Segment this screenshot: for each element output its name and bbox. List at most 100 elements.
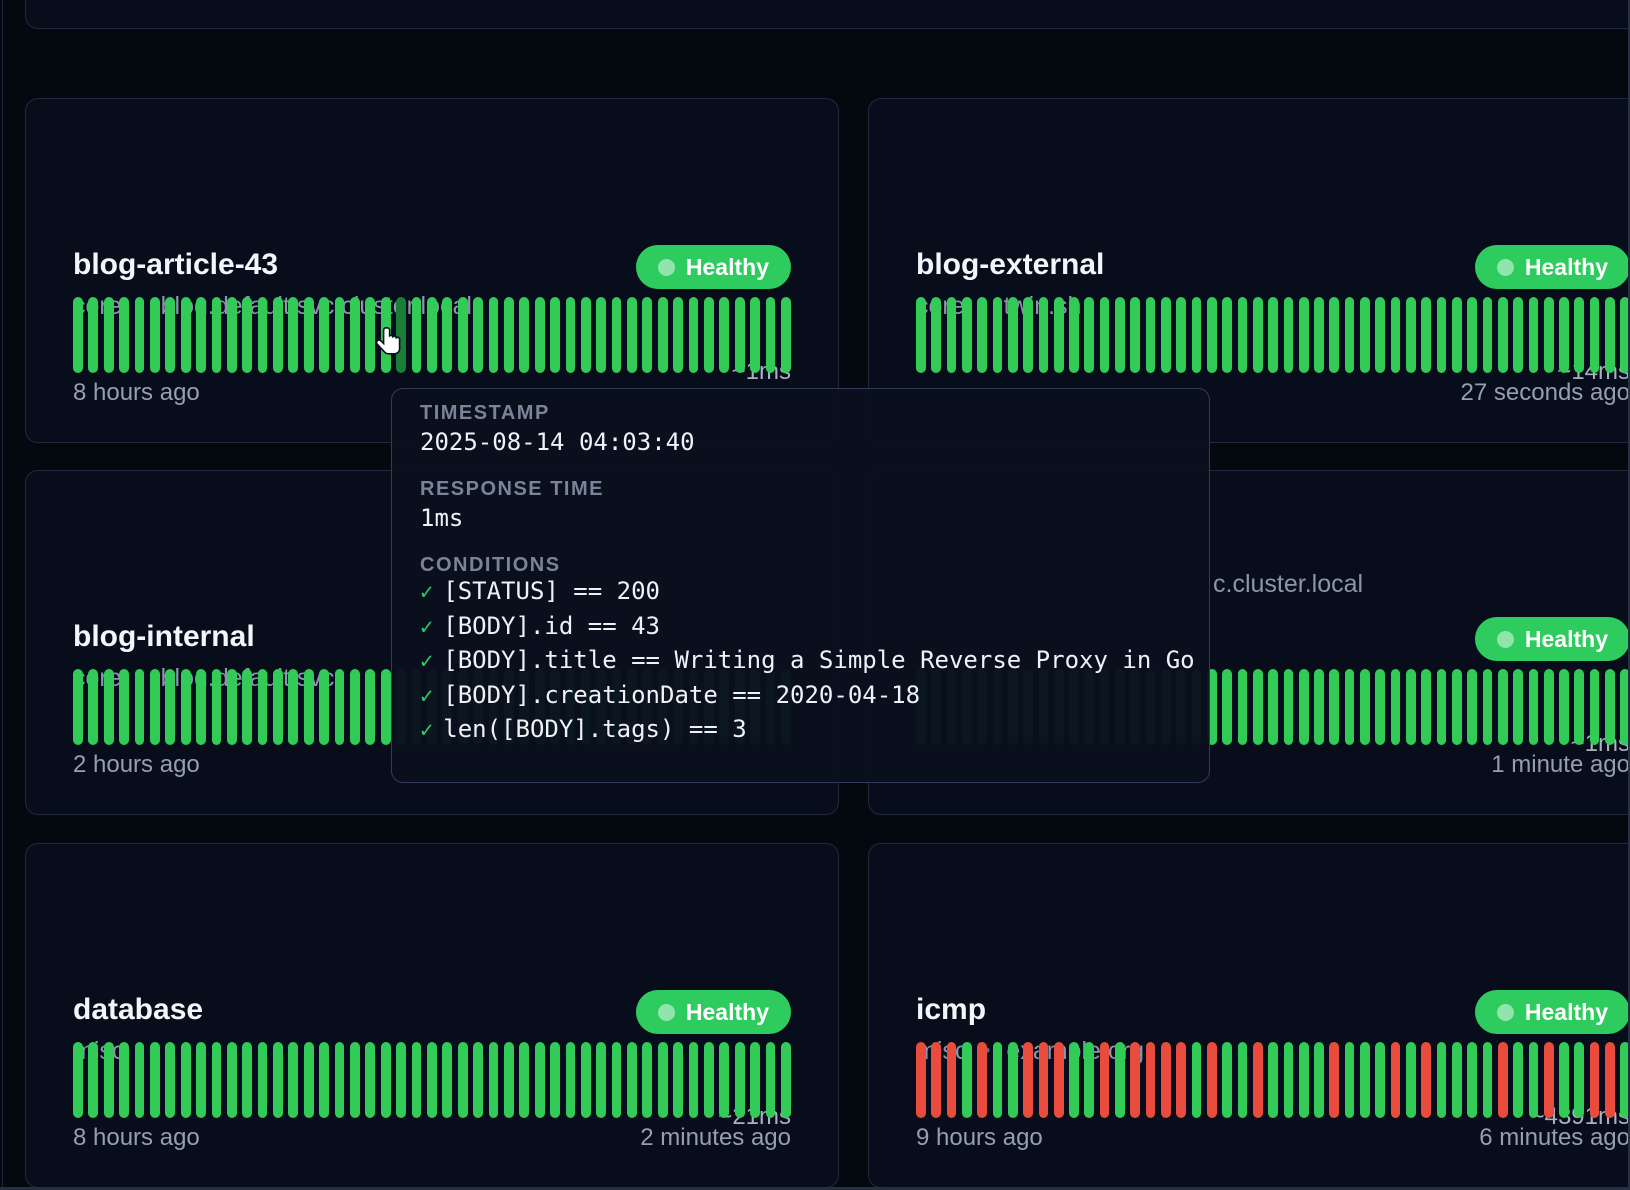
health-check-bar-22-ok[interactable] — [1253, 669, 1263, 745]
health-check-bar-36-ok[interactable] — [1467, 1042, 1477, 1118]
health-check-bar-27-failed[interactable] — [1329, 1042, 1339, 1118]
health-check-bar-17-ok[interactable] — [1176, 297, 1186, 373]
health-check-bar-40-ok[interactable] — [689, 1042, 699, 1118]
health-check-bar-14-ok[interactable] — [1130, 297, 1140, 373]
health-check-bar-23-ok[interactable] — [1268, 1042, 1278, 1118]
health-check-bar-12-ok[interactable] — [1100, 297, 1110, 373]
health-check-bar-15-ok[interactable] — [1146, 297, 1156, 373]
health-check-bar-40-ok[interactable] — [1529, 669, 1539, 745]
health-check-bar-26-ok[interactable] — [1314, 669, 1324, 745]
health-check-bar-19-ok[interactable] — [365, 669, 375, 745]
health-check-bar-41-ok[interactable] — [704, 297, 714, 373]
health-check-bar-26-ok[interactable] — [473, 1042, 483, 1118]
health-check-bar-42-ok[interactable] — [1559, 669, 1569, 745]
health-check-bar-29-ok[interactable] — [1360, 1042, 1370, 1118]
health-check-bar-12-failed[interactable] — [1100, 1042, 1110, 1118]
service-card-database[interactable]: databasemiscHealthy~21ms8 hours ago2 min… — [25, 843, 839, 1188]
health-check-bar-38-ok[interactable] — [658, 297, 668, 373]
health-check-bar-10-ok[interactable] — [227, 1042, 237, 1118]
health-check-bar-10-ok[interactable] — [227, 297, 237, 373]
health-check-bar-29-ok[interactable] — [519, 297, 529, 373]
health-check-bar-32-ok[interactable] — [1406, 1042, 1416, 1118]
health-check-bar-5-ok[interactable] — [993, 1042, 1003, 1118]
health-check-bar-37-ok[interactable] — [1483, 1042, 1493, 1118]
health-check-bar-18-ok[interactable] — [1192, 297, 1202, 373]
health-check-bar-39-ok[interactable] — [673, 1042, 683, 1118]
health-check-bar-4-ok[interactable] — [135, 1042, 145, 1118]
health-check-bar-17-ok[interactable] — [335, 669, 345, 745]
health-check-bar-15-ok[interactable] — [304, 1042, 314, 1118]
health-check-bar-25-ok[interactable] — [458, 297, 468, 373]
health-check-bar-1-ok[interactable] — [931, 297, 941, 373]
health-check-bar-25-ok[interactable] — [458, 1042, 468, 1118]
health-check-bar-8-ok[interactable] — [196, 1042, 206, 1118]
health-check-bar-40-ok[interactable] — [1529, 1042, 1539, 1118]
health-check-bar-7-ok[interactable] — [181, 669, 191, 745]
health-check-bar-0-ok[interactable] — [916, 297, 926, 373]
health-check-bar-22-ok[interactable] — [1253, 297, 1263, 373]
health-check-bar-44-failed[interactable] — [1590, 1042, 1600, 1118]
health-check-bar-44-ok[interactable] — [750, 1042, 760, 1118]
health-check-bar-16-ok[interactable] — [319, 669, 329, 745]
health-check-bar-36-ok[interactable] — [1467, 297, 1477, 373]
health-check-bar-7-ok[interactable] — [181, 1042, 191, 1118]
health-check-bar-26-ok[interactable] — [1314, 1042, 1324, 1118]
health-check-bar-34-ok[interactable] — [1437, 297, 1447, 373]
health-check-bar-22-failed[interactable] — [1253, 1042, 1263, 1118]
health-check-bar-3-ok[interactable] — [119, 669, 129, 745]
health-check-bar-13-ok[interactable] — [1115, 1042, 1125, 1118]
health-check-bar-29-ok[interactable] — [519, 1042, 529, 1118]
health-check-bar-8-ok[interactable] — [1039, 297, 1049, 373]
health-check-bar-33-ok[interactable] — [1421, 669, 1431, 745]
health-check-bar-23-ok[interactable] — [427, 1042, 437, 1118]
health-check-bar-20-ok[interactable] — [1222, 297, 1232, 373]
health-check-bar-4-failed[interactable] — [977, 1042, 987, 1118]
health-check-bar-35-ok[interactable] — [1452, 297, 1462, 373]
service-card-icmp[interactable]: icmpmisc•example.orgHealthy~4391ms9 hour… — [868, 843, 1630, 1188]
health-check-bar-13-ok[interactable] — [273, 669, 283, 745]
health-check-bar-9-ok[interactable] — [212, 297, 222, 373]
health-check-bar-26-ok[interactable] — [1314, 297, 1324, 373]
health-check-bar-30-ok[interactable] — [535, 1042, 545, 1118]
health-check-bar-20-ok[interactable] — [1222, 1042, 1232, 1118]
health-check-bar-21-ok[interactable] — [1238, 297, 1248, 373]
health-check-bar-3-ok[interactable] — [962, 1042, 972, 1118]
health-check-bar-42-ok[interactable] — [1559, 1042, 1569, 1118]
health-check-bar-12-ok[interactable] — [258, 297, 268, 373]
health-check-bar-18-ok[interactable] — [1192, 1042, 1202, 1118]
health-check-bar-19-ok[interactable] — [1207, 297, 1217, 373]
health-check-bar-13-ok[interactable] — [273, 1042, 283, 1118]
health-check-bar-1-failed[interactable] — [931, 1042, 941, 1118]
health-check-bar-28-ok[interactable] — [504, 1042, 514, 1118]
health-check-bar-4-ok[interactable] — [135, 297, 145, 373]
health-check-bar-44-ok[interactable] — [1590, 297, 1600, 373]
health-check-bar-6-ok[interactable] — [1008, 1042, 1018, 1118]
health-check-bar-18-ok[interactable] — [350, 297, 360, 373]
health-check-bar-22-ok[interactable] — [412, 1042, 422, 1118]
health-check-bar-10-ok[interactable] — [1069, 297, 1079, 373]
health-check-bar-42-ok[interactable] — [719, 297, 729, 373]
health-check-bar-38-ok[interactable] — [1498, 297, 1508, 373]
health-check-bar-31-failed[interactable] — [1391, 1042, 1401, 1118]
health-check-bar-5-ok[interactable] — [150, 669, 160, 745]
health-check-bar-35-ok[interactable] — [612, 1042, 622, 1118]
health-check-bar-0-ok[interactable] — [73, 669, 83, 745]
health-check-bar-34-ok[interactable] — [596, 1042, 606, 1118]
health-check-bar-19-failed[interactable] — [1207, 1042, 1217, 1118]
health-check-bar-23-ok[interactable] — [1268, 297, 1278, 373]
health-check-bar-27-ok[interactable] — [1329, 297, 1339, 373]
health-check-bar-29-ok[interactable] — [1360, 297, 1370, 373]
health-check-bar-1-ok[interactable] — [88, 297, 98, 373]
health-check-bar-30-ok[interactable] — [535, 297, 545, 373]
health-check-bar-41-ok[interactable] — [1544, 297, 1554, 373]
health-check-bar-21-ok[interactable] — [1238, 1042, 1248, 1118]
health-check-bar-24-ok[interactable] — [442, 1042, 452, 1118]
health-check-bar-5-ok[interactable] — [150, 297, 160, 373]
health-check-bar-40-ok[interactable] — [1529, 297, 1539, 373]
health-check-bar-37-ok[interactable] — [1483, 669, 1493, 745]
health-check-bar-27-ok[interactable] — [1329, 669, 1339, 745]
health-check-bar-32-ok[interactable] — [566, 297, 576, 373]
health-check-bar-28-ok[interactable] — [1345, 1042, 1355, 1118]
health-check-bar-17-ok[interactable] — [335, 297, 345, 373]
health-check-bar-19-ok[interactable] — [365, 1042, 375, 1118]
